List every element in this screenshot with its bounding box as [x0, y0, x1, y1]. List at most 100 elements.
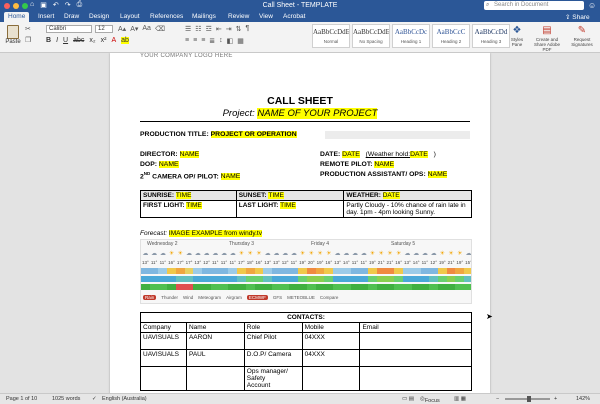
italic-icon[interactable]: I [56, 37, 58, 44]
table-cell [301, 366, 361, 391]
clear-format-icon[interactable]: ⌫ [155, 25, 165, 33]
forecast-cell [324, 268, 334, 274]
forecast-cell [254, 268, 264, 274]
grow-font-icon[interactable]: A▴ [118, 25, 126, 33]
zoom-level[interactable]: 142% [576, 396, 590, 402]
forecast-temp: 11° [421, 260, 429, 265]
tab-draw[interactable]: Draw [64, 13, 79, 20]
numbering-icon[interactable]: ☷ [195, 25, 201, 33]
line-spacing-icon[interactable]: ↕ [219, 37, 223, 45]
forecast-cell [184, 276, 194, 282]
shading-icon[interactable]: ◧ [227, 37, 234, 45]
contacts-table: CONTACTS: Company Name Role Mobile Email… [140, 312, 472, 391]
style-no-spacing[interactable]: AaBbCcDdE No Spacing [352, 24, 390, 48]
align-left-icon[interactable]: ≡ [185, 37, 189, 45]
create-share-pdf-button[interactable]: ▤ Create and Share Adobe PDF [530, 25, 564, 52]
sun-icon: ☀ [448, 251, 454, 257]
date-line: DATE: DATE (Weather hold:DATE ) [320, 151, 436, 158]
multilevel-icon[interactable]: ☲ [206, 25, 212, 33]
pilcrow-icon[interactable]: ¶ [245, 25, 249, 33]
document-page[interactable]: YOUR COMPANY LOGO HERE CALL SHEET Projec… [110, 53, 490, 393]
forecast-cell [280, 268, 290, 274]
style-normal[interactable]: AaBbCcDdE Normal [312, 24, 350, 48]
cut-icon[interactable]: ✂ [25, 25, 31, 33]
decrease-indent-icon[interactable]: ⇤ [216, 25, 222, 33]
tab-acrobat[interactable]: Acrobat [283, 13, 305, 20]
focus-mode[interactable]: ◎ Focus [420, 396, 440, 404]
proofing-icon[interactable]: ✓ [92, 396, 97, 402]
align-center-icon[interactable]: ≡ [193, 37, 197, 45]
zoom-out-icon[interactable]: − [496, 396, 499, 402]
strikethrough-icon[interactable]: abc [73, 37, 84, 44]
bullets-icon[interactable]: ☰ [185, 25, 191, 33]
style-heading-1[interactable]: AaBbCcDc Heading 1 [392, 24, 430, 48]
change-case-icon[interactable]: Aa [142, 25, 151, 33]
forecast-cell [272, 284, 281, 290]
subscript-icon[interactable]: x₂ [89, 37, 95, 44]
tab-references[interactable]: References [150, 13, 183, 20]
word-count[interactable]: 1025 words [52, 396, 80, 402]
request-signatures-button[interactable]: ✎ Request Signatures [566, 25, 598, 47]
last-light-value: TIME [280, 202, 296, 209]
table-cell: 04XXX [301, 332, 361, 350]
paste-button[interactable]: Paste [4, 24, 22, 50]
underline-icon[interactable]: U [63, 37, 68, 44]
font-name-select[interactable]: Calibri [46, 25, 92, 33]
camera-label-post: CAMERA OP/ PILOT: [150, 173, 219, 181]
focus-label: Focus [424, 398, 440, 404]
sort-icon[interactable]: ⇅ [236, 25, 242, 33]
bold-icon[interactable]: B [46, 37, 51, 44]
view-icons[interactable]: ▭ ▤ [402, 396, 414, 402]
share-button[interactable]: ⇪ Share [565, 13, 590, 21]
forecast-cell [210, 284, 220, 290]
share-label: Share [572, 14, 590, 21]
forecast-temp: 11° [351, 260, 359, 265]
tab-mailings[interactable]: Mailings [192, 13, 216, 20]
tab-insert[interactable]: Insert [38, 13, 54, 20]
forecast-cell [306, 268, 316, 274]
justify-icon[interactable]: ≣ [209, 37, 215, 45]
tab-review[interactable]: Review [228, 13, 249, 20]
camera-value: NAME [220, 173, 241, 181]
tab-home[interactable]: Home [4, 12, 30, 22]
director-line: DIRECTOR: NAME [140, 151, 200, 158]
increase-indent-icon[interactable]: ⇥ [226, 25, 232, 33]
zoom-in-icon[interactable]: + [554, 396, 557, 402]
styles-pane-button[interactable]: ❖ Styles Pane [506, 25, 528, 47]
page-count[interactable]: Page 1 of 10 [6, 396, 37, 402]
forecast-cell [158, 276, 168, 282]
copy-icon[interactable]: ❐ [25, 36, 31, 44]
tab-view[interactable]: View [259, 13, 273, 20]
forecast-temp: 21° [377, 260, 385, 265]
cloud-icon: ☁ [421, 251, 428, 257]
legend-item: GFS [272, 295, 283, 300]
zoom-slider-knob[interactable] [527, 396, 531, 402]
style-heading-3[interactable]: AaBbCcDd Heading 3 [472, 24, 510, 48]
tab-design[interactable]: Design [89, 13, 109, 20]
search-input[interactable]: ⌕ Search in Document [484, 1, 584, 10]
superscript-icon[interactable]: x² [101, 37, 107, 44]
forecast-cell [429, 284, 438, 290]
document-area[interactable]: YOUR COMPANY LOGO HERE CALL SHEET Projec… [0, 53, 600, 393]
style-name: Heading 3 [480, 39, 502, 44]
table-cell [185, 366, 245, 391]
style-heading-2[interactable]: AaBbCcC Heading 2 [432, 24, 470, 48]
forecast-temp: 17° [238, 260, 245, 265]
forecast-cell [368, 268, 377, 274]
tab-layout[interactable]: Layout [120, 13, 140, 20]
first-light-cell: FIRST LIGHT: TIME [140, 200, 237, 218]
user-icon[interactable]: ☺ [588, 1, 596, 10]
forecast-temp: 11° [290, 260, 298, 265]
font-color-icon[interactable]: A [111, 37, 116, 44]
forecast-day: Wednesday 2 [147, 241, 178, 247]
borders-icon[interactable]: ▦ [237, 37, 244, 45]
language[interactable]: English (Australia) [102, 396, 147, 402]
shrink-font-icon[interactable]: A▾ [130, 25, 138, 33]
font-size-select[interactable]: 12 [95, 25, 113, 33]
align-right-icon[interactable]: ≡ [201, 37, 205, 45]
forecast-cell [464, 276, 471, 282]
highlight-icon[interactable]: ab [121, 37, 129, 44]
table-cell: UAVISUALS [140, 332, 187, 350]
layout-icons[interactable]: ▥ ▦ [454, 396, 466, 402]
forecast-temp: 16° [168, 260, 175, 265]
